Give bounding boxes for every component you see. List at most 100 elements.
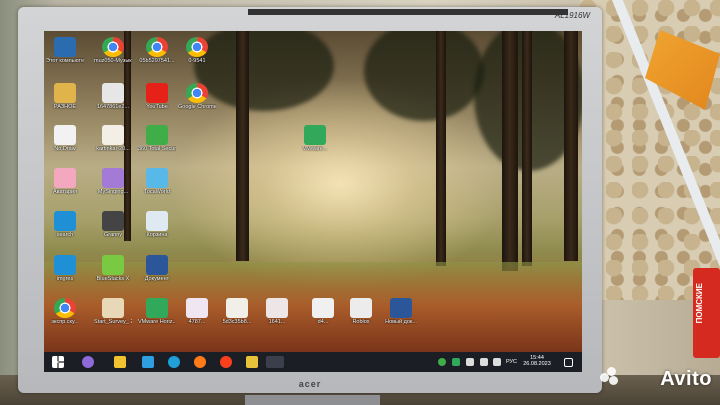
edge-icon bbox=[54, 255, 76, 275]
word-icon bbox=[146, 255, 168, 275]
yandex-icon[interactable] bbox=[220, 356, 232, 368]
chrome-icon bbox=[146, 37, 168, 57]
chrome-icon bbox=[54, 298, 76, 318]
desktop-icon[interactable]: 5d3c35b8... bbox=[218, 298, 256, 325]
desktop-icon[interactable]: YouTube bbox=[138, 83, 176, 110]
desktop-icon-label: Документ bbox=[144, 276, 170, 282]
chrome-icon bbox=[186, 37, 208, 57]
desktop-icon[interactable]: TocaWorld bbox=[138, 168, 176, 195]
desktop-icon-label: Корзина bbox=[146, 232, 168, 238]
tree-trunk bbox=[502, 31, 518, 271]
desktop-icon[interactable]: РАЗНОЕ bbox=[46, 83, 84, 110]
marker-pen: ПОМСКИЕ bbox=[693, 268, 720, 358]
desktop-icon[interactable]: 1641... bbox=[258, 298, 296, 325]
document-icon bbox=[102, 298, 124, 318]
yandex-browser-icon[interactable] bbox=[266, 356, 284, 368]
desktop-icon[interactable]: search bbox=[46, 211, 84, 238]
app-icon[interactable] bbox=[246, 356, 258, 368]
desktop-icon[interactable]: Аватария bbox=[46, 168, 84, 195]
desktop-icon[interactable]: 1647861e2... bbox=[94, 83, 132, 110]
desktop-icon-label: 5d3c35b8... bbox=[222, 319, 252, 325]
cloud-icon bbox=[304, 125, 326, 145]
tray-icon[interactable] bbox=[438, 358, 446, 366]
marker-label: ПОМСКИЕ bbox=[695, 283, 704, 324]
firefox-icon[interactable] bbox=[194, 356, 206, 368]
avito-logo-icon bbox=[600, 367, 620, 387]
monitor-stand bbox=[245, 395, 380, 405]
desktop-icon-label: Granny bbox=[103, 232, 123, 238]
chrome-icon bbox=[102, 37, 124, 57]
clock[interactable]: 15:44 26.08.2023 bbox=[522, 355, 552, 367]
monitor-brand: acer bbox=[298, 379, 322, 389]
recycle-bin-icon bbox=[146, 211, 168, 231]
language-indicator[interactable]: РУС bbox=[506, 359, 517, 365]
desktop-icon[interactable]: VMware Horiz... bbox=[138, 298, 176, 325]
shield-plus-icon bbox=[146, 125, 168, 145]
desktop-icon-label: 360 Total Security bbox=[138, 146, 176, 152]
app-icon[interactable] bbox=[82, 356, 94, 368]
image-icon bbox=[312, 298, 334, 318]
desktop-icon[interactable]: d4... bbox=[304, 298, 342, 325]
desktop-icon[interactable]: Roblox bbox=[342, 298, 380, 325]
desktop-icon[interactable]: Документ bbox=[138, 255, 176, 282]
desktop-icon[interactable]: Корзина bbox=[138, 211, 176, 238]
youtube-icon bbox=[146, 83, 168, 103]
desktop-icon-label: 4787... bbox=[188, 319, 206, 325]
desktop-icon-label: muz050-Музыка_3к... bbox=[94, 58, 132, 64]
chrome-icon bbox=[186, 83, 208, 103]
desktop-icon-label: search bbox=[56, 232, 74, 238]
file-explorer-icon[interactable] bbox=[114, 356, 126, 368]
desktop-icon-label: Google Chrome bbox=[178, 104, 216, 110]
network-icon[interactable] bbox=[480, 358, 488, 366]
monitor-model: AL1916W bbox=[554, 11, 590, 20]
game-icon bbox=[102, 211, 124, 231]
desktop-icon-label: Аватария bbox=[52, 189, 78, 195]
word-icon bbox=[390, 298, 412, 318]
cloud-icon bbox=[146, 298, 168, 318]
desktop-icon[interactable]: No.Draw bbox=[46, 125, 84, 152]
desktop-icon[interactable]: imgres bbox=[46, 255, 84, 282]
desktop-icon[interactable]: Google Chrome bbox=[178, 83, 216, 110]
desktop-icon[interactable]: kartinkar-20... bbox=[94, 125, 132, 152]
desktop-icon-label: VMware Horiz... bbox=[138, 319, 176, 325]
volume-icon[interactable] bbox=[493, 358, 501, 366]
desktop-icon[interactable]: 05b5297541... bbox=[138, 37, 176, 64]
tray-icon[interactable] bbox=[466, 358, 474, 366]
desktop-icon[interactable]: Этот компьютер bbox=[46, 37, 84, 64]
notification-icon[interactable] bbox=[564, 358, 573, 367]
game-icon bbox=[146, 168, 168, 188]
desktop-icon-label: No.Draw bbox=[54, 146, 76, 152]
desktop-icon[interactable]: экспр.ску... bbox=[46, 298, 84, 325]
desktop-icon[interactable]: 4787... bbox=[178, 298, 216, 325]
document-icon bbox=[102, 83, 124, 103]
folder-icon bbox=[54, 83, 76, 103]
desktop-icon-label: Этот компьютер bbox=[46, 58, 84, 64]
desktop-icon[interactable]: Granny bbox=[94, 211, 132, 238]
desktop-icon-label: d4... bbox=[317, 319, 329, 325]
start-button[interactable] bbox=[52, 356, 64, 368]
edge-icon bbox=[54, 211, 76, 231]
desktop-icon[interactable]: 360 Total Security bbox=[138, 125, 176, 152]
desktop-icon[interactable]: Start_Survey_ 20... bbox=[94, 298, 132, 325]
desktop-icon[interactable]: 0-9541 bbox=[178, 37, 216, 64]
tray-icon[interactable] bbox=[452, 358, 460, 366]
desktop-icon-label: BlueStacks X bbox=[96, 276, 130, 282]
store-icon[interactable] bbox=[142, 356, 154, 368]
desktop-icon[interactable]: Новый док... bbox=[382, 298, 420, 325]
desktop-icon-label: 05b5297541... bbox=[139, 58, 175, 64]
desktop-icon-label: Roblox bbox=[352, 319, 370, 325]
edge-icon[interactable] bbox=[168, 356, 180, 368]
desktop-icon-label: 0-9541 bbox=[188, 58, 206, 64]
desktop-icon-label: MySinging... bbox=[97, 189, 129, 195]
desktop-icon[interactable]: VMware... bbox=[296, 125, 334, 152]
watermark: Avito bbox=[660, 368, 712, 390]
roblox-icon bbox=[350, 298, 372, 318]
desktop-icon[interactable]: muz050-Музыка_3к... bbox=[94, 37, 132, 64]
monitor-top-bar bbox=[248, 9, 568, 15]
heart-icon bbox=[54, 125, 76, 145]
desktop-icon-label: TocaWorld bbox=[144, 189, 170, 195]
desktop-icon-label: kartinkar-20... bbox=[96, 146, 130, 152]
desktop-icon[interactable]: BlueStacks X bbox=[94, 255, 132, 282]
desktop-icon[interactable]: MySinging... bbox=[94, 168, 132, 195]
desktop-icon-label: 1641... bbox=[268, 319, 286, 325]
